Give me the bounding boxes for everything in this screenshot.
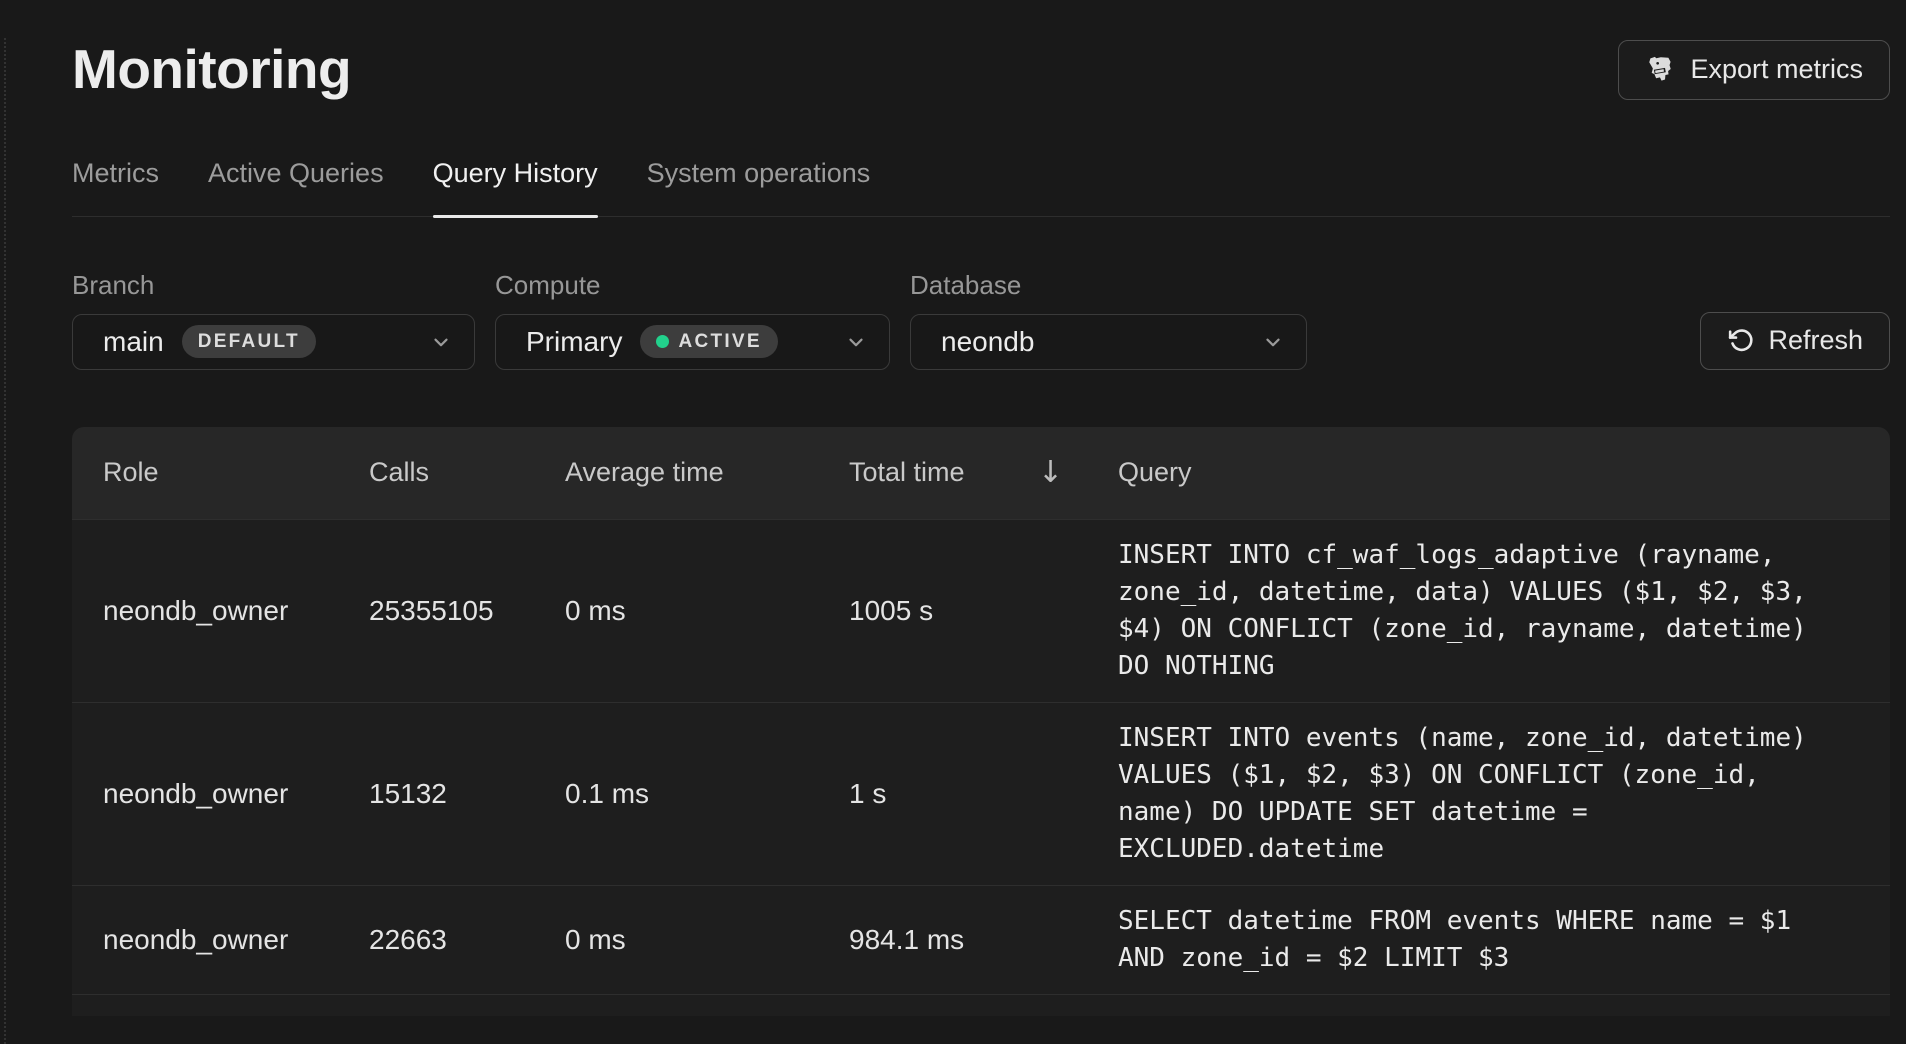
page-title: Monitoring [72,38,351,101]
table-header-row: Role Calls Average time Total time ↓ Que… [72,427,1890,519]
branch-select[interactable]: main DEFAULT [72,314,475,370]
tab-active-queries[interactable]: Active Queries [208,159,384,216]
chevron-down-icon [1262,331,1284,353]
monitoring-tabs: Metrics Active Queries Query History Sys… [72,159,1890,217]
cell-calls: 22663 [369,886,565,994]
refresh-icon [1727,327,1754,354]
cell-role: neondb_owner [72,520,369,702]
default-badge: DEFAULT [182,325,316,358]
datadog-icon [1645,54,1676,85]
cell-query: INSERT INTO events (name, zone_id, datet… [1118,703,1808,885]
cell-calls: 25355105 [369,520,565,702]
compute-filter: Compute Primary ACTIVE [495,270,890,370]
cell-total-time: 1 s [849,703,1118,885]
table-row-partial [72,994,1890,1016]
active-status-dot-icon [656,335,669,348]
tab-metrics[interactable]: Metrics [72,159,159,216]
database-value: neondb [941,326,1034,358]
tab-query-history[interactable]: Query History [433,159,598,216]
cell-calls: 15132 [369,703,565,885]
chevron-down-icon [430,331,452,353]
table-row: neondb_owner 15132 0.1 ms 1 s INSERT INT… [72,702,1890,885]
query-history-table: Role Calls Average time Total time ↓ Que… [72,427,1890,1016]
tab-system-operations[interactable]: System operations [647,159,871,216]
page-header: Monitoring Export metrics [72,38,1890,101]
chevron-down-icon [845,331,867,353]
column-header-calls[interactable]: Calls [369,457,565,488]
column-header-role[interactable]: Role [72,457,369,488]
cell-role: neondb_owner [72,886,369,994]
cell-role: neondb_owner [72,703,369,885]
cell-total-time: 1005 s [849,520,1118,702]
compute-label: Compute [495,270,890,301]
column-header-average-time[interactable]: Average time [565,457,849,488]
active-badge-label: ACTIVE [678,332,761,351]
cell-query: INSERT INTO cf_waf_logs_adaptive (raynam… [1118,520,1808,702]
compute-select[interactable]: Primary ACTIVE [495,314,890,370]
database-label: Database [910,270,1307,301]
active-badge: ACTIVE [640,325,777,358]
table-row: neondb_owner 22663 0 ms 984.1 ms SELECT … [72,885,1890,994]
refresh-button[interactable]: Refresh [1700,312,1890,370]
monitoring-page: Monitoring Export metrics Metrics Active… [0,38,1906,1044]
table-body: neondb_owner 25355105 0 ms 1005 s INSERT… [72,519,1890,1016]
column-header-query[interactable]: Query [1118,457,1890,488]
export-metrics-label: Export metrics [1690,54,1863,85]
table-row: neondb_owner 25355105 0 ms 1005 s INSERT… [72,519,1890,702]
database-filter: Database neondb [910,270,1307,370]
total-time-label: Total time [849,457,965,488]
branch-label: Branch [72,270,475,301]
sort-desc-arrow-icon[interactable]: ↓ [1038,458,1063,488]
database-select[interactable]: neondb [910,314,1307,370]
cell-average-time: 0 ms [565,520,849,702]
cell-total-time: 984.1 ms [849,886,1118,994]
filters-row: Branch main DEFAULT Compute Primary ACTI… [72,270,1890,370]
cell-average-time: 0.1 ms [565,703,849,885]
cell-query: SELECT datetime FROM events WHERE name =… [1118,886,1808,994]
compute-value: Primary [526,326,622,358]
refresh-label: Refresh [1768,325,1863,356]
cell-average-time: 0 ms [565,886,849,994]
column-header-total-time[interactable]: Total time ↓ [849,457,1118,488]
export-metrics-button[interactable]: Export metrics [1618,40,1890,100]
branch-value: main [103,326,164,358]
branch-filter: Branch main DEFAULT [72,270,475,370]
